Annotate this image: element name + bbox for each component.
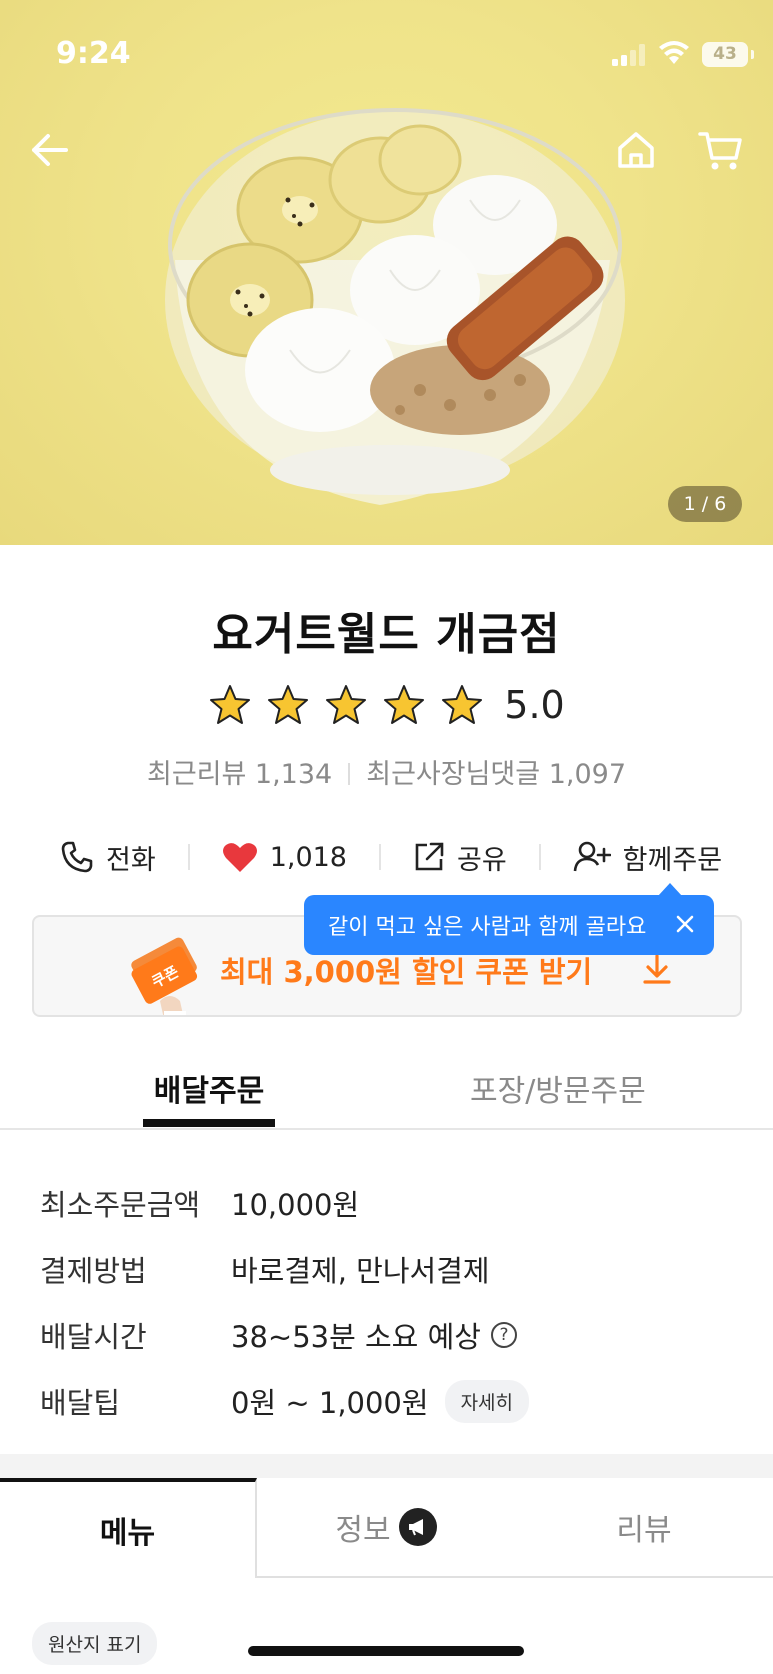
star-icon bbox=[442, 685, 483, 724]
coupon-text: 최대 3,000원 할인 쿠폰 받기 bbox=[220, 955, 593, 989]
image-counter: 1 / 6 bbox=[668, 486, 742, 522]
home-indicator bbox=[248, 1646, 524, 1656]
star-icon bbox=[268, 685, 309, 724]
active-tab-indicator bbox=[143, 1119, 275, 1127]
store-rating: 5.0 bbox=[0, 680, 773, 730]
review-counts: 최근리뷰 1,134 최근사장님댓글 1,097 bbox=[0, 752, 773, 791]
tab-menu[interactable]: 메뉴 bbox=[0, 1478, 257, 1578]
tab-pickup-order[interactable]: 포장/방문주문 bbox=[470, 1066, 646, 1110]
info-row-payment: 결제방법 바로결제, 만나서결제 bbox=[40, 1236, 740, 1302]
share-button[interactable]: 공유 bbox=[413, 838, 507, 877]
tab-delivery-order[interactable]: 배달주문 bbox=[143, 1066, 275, 1110]
store-hero-image[interactable]: 9:24 43 1 / 6 bbox=[0, 0, 773, 545]
group-order-label: 함께주문 bbox=[622, 844, 723, 876]
tooltip-text: 같이 먹고 싶은 사람과 함께 골라요 bbox=[328, 915, 647, 940]
recent-reviews-link[interactable]: 최근리뷰 1,134 bbox=[147, 759, 332, 790]
info-value: 바로결제, 만나서결제 bbox=[231, 1254, 490, 1288]
tab-review[interactable]: 리뷰 bbox=[515, 1478, 773, 1578]
like-button[interactable]: 1,018 bbox=[222, 841, 347, 873]
star-icon bbox=[384, 685, 425, 724]
info-value: 10,000원 bbox=[231, 1188, 360, 1222]
share-label: 공유 bbox=[456, 844, 507, 876]
divider bbox=[348, 763, 351, 785]
delivery-info: 최소주문금액 10,000원 결제방법 바로결제, 만나서결제 배달시간 38~… bbox=[40, 1170, 740, 1434]
tip-detail-button[interactable]: 자세히 bbox=[444, 1379, 530, 1423]
info-label: 배달시간 bbox=[40, 1320, 147, 1354]
call-button[interactable]: 전화 bbox=[60, 838, 156, 877]
divider bbox=[0, 1128, 773, 1130]
share-icon bbox=[415, 842, 444, 871]
megaphone-icon bbox=[398, 1508, 437, 1546]
back-arrow-icon[interactable] bbox=[30, 132, 70, 168]
star-icon bbox=[210, 685, 251, 724]
wifi-icon bbox=[659, 41, 689, 64]
download-arrow-icon bbox=[643, 954, 671, 984]
info-value: 38~53분 소요 예상 bbox=[231, 1320, 481, 1354]
heart-icon bbox=[222, 843, 257, 872]
info-row-delivery-time: 배달시간 38~53분 소요 예상? bbox=[40, 1302, 740, 1368]
tab-label: 정보 bbox=[335, 1513, 391, 1548]
group-order-button[interactable]: 함께주문 bbox=[573, 838, 722, 877]
add-person-icon bbox=[573, 841, 611, 872]
owner-replies-count: 최근사장님댓글 1,097 bbox=[366, 759, 626, 790]
info-row-delivery-tip: 배달팁 0원 ~ 1,000원 자세히 bbox=[40, 1368, 740, 1434]
tab-label: 리뷰 bbox=[616, 1513, 672, 1548]
close-icon[interactable] bbox=[674, 913, 696, 935]
star-icon bbox=[326, 685, 367, 724]
divider bbox=[538, 844, 541, 870]
divider bbox=[378, 844, 381, 870]
store-name: 요거트월드 개금점 bbox=[212, 609, 561, 660]
info-label: 결제방법 bbox=[40, 1254, 147, 1288]
rating-value: 5.0 bbox=[504, 683, 565, 727]
section-divider bbox=[0, 1454, 773, 1478]
divider bbox=[187, 844, 190, 870]
info-row-min-order: 최소주문금액 10,000원 bbox=[40, 1170, 740, 1236]
info-value: 0원 ~ 1,000원 bbox=[231, 1386, 429, 1420]
call-label: 전화 bbox=[106, 844, 156, 876]
origin-label-button[interactable]: 원산지 표기 bbox=[32, 1622, 158, 1665]
info-label: 배달팁 bbox=[40, 1386, 121, 1420]
status-bar: 9:24 43 bbox=[0, 0, 773, 100]
tab-label: 메뉴 bbox=[99, 1516, 156, 1551]
phone-icon bbox=[61, 841, 93, 873]
battery-indicator: 43 bbox=[702, 42, 754, 67]
store-content-tabs: 메뉴 정보 리뷰 bbox=[0, 1478, 773, 1578]
tab-info[interactable]: 정보 bbox=[257, 1478, 515, 1578]
group-order-tooltip: 같이 먹고 싶은 사람과 함께 골라요 bbox=[304, 883, 714, 955]
coupon-ticket-icon: 쿠폰 bbox=[131, 937, 198, 1015]
signal-icon bbox=[612, 44, 645, 66]
store-actions: 전화 1,018 공유 함께주문 bbox=[60, 832, 730, 882]
like-count: 1,018 bbox=[269, 841, 347, 873]
status-time: 9:24 bbox=[56, 36, 131, 71]
info-label: 최소주문금액 bbox=[40, 1188, 201, 1222]
home-icon[interactable] bbox=[616, 130, 656, 170]
help-icon[interactable]: ? bbox=[490, 1322, 517, 1348]
cart-icon[interactable] bbox=[698, 130, 742, 172]
